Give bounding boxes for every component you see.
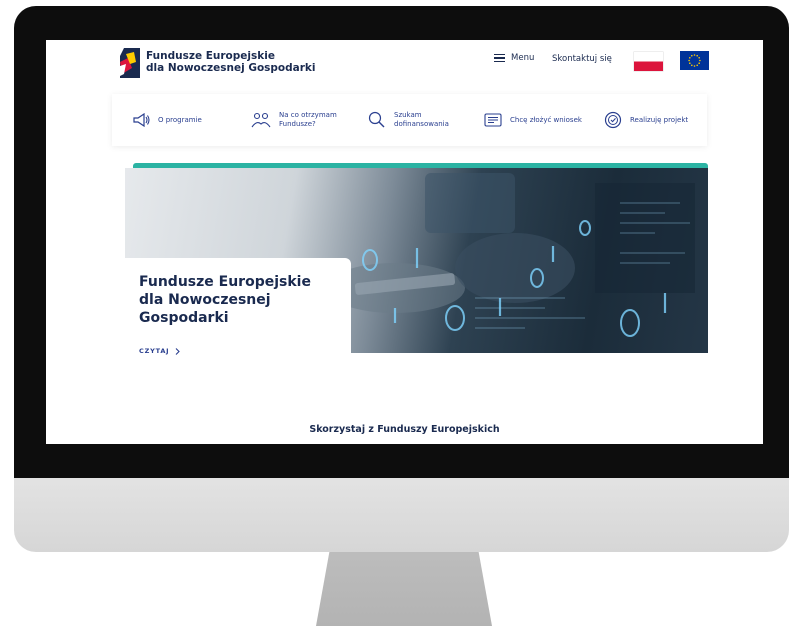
main-navigation: O programie Na co otrzymam Fundusze? Szu… (112, 94, 707, 146)
monitor-stand (316, 548, 492, 626)
read-more-link[interactable]: CZYTAJ (139, 347, 181, 355)
polish-flag-icon (634, 52, 663, 71)
nav-label: O programie (158, 115, 202, 124)
nav-label: Realizuję projekt (630, 115, 689, 124)
hero-card: Fundusze Europejskie dla Nowoczesnej Gos… (125, 258, 351, 372)
nav-item-chce-zlozyc-wniosek[interactable]: Chcę złożyć wniosek (484, 94, 582, 146)
hero-title: Fundusze Europejskie dla Nowoczesnej Gos… (139, 274, 311, 326)
logo-text[interactable]: Fundusze Europejskie dla Nowoczesnej Gos… (146, 50, 316, 74)
nav-item-na-co-otrzymam[interactable]: Na co otrzymam Fundusze? (251, 94, 337, 146)
magnifier-icon (368, 111, 385, 128)
document-icon (484, 113, 502, 127)
menu-label: Menu (511, 53, 535, 63)
people-icon (251, 112, 271, 128)
target-icon (604, 111, 622, 129)
monitor-screen: Fundusze Europejskie dla Nowoczesnej Gos… (46, 40, 763, 444)
eu-flag-icon (680, 51, 709, 70)
nav-label: Na co otrzymam Fundusze? (279, 111, 337, 128)
eu-funds-logo-icon[interactable] (120, 48, 140, 78)
nav-item-realizuje-projekt[interactable]: Realizuję projekt (604, 94, 688, 146)
nav-label: Szukam dofinansowania (394, 111, 449, 128)
menu-button[interactable]: Menu (494, 53, 534, 63)
nav-item-szukam-dofinansowania[interactable]: Szukam dofinansowania (368, 94, 449, 146)
section-heading: Skorzystaj z Funduszy Europejskich (309, 424, 500, 435)
contact-link[interactable]: Skontaktuj się (552, 54, 612, 64)
nav-item-o-programie[interactable]: O programie (132, 94, 202, 146)
megaphone-icon (133, 113, 150, 127)
read-more-label: CZYTAJ (139, 347, 170, 355)
logo-line-1: Fundusze Europejskie (146, 50, 275, 62)
logo-line-2: dla Nowoczesnej Gospodarki (146, 62, 316, 74)
nav-label: Chcę złożyć wniosek (510, 115, 582, 124)
chevron-right-icon (175, 347, 181, 355)
hamburger-icon (494, 54, 505, 62)
monitor-chin (14, 476, 789, 552)
